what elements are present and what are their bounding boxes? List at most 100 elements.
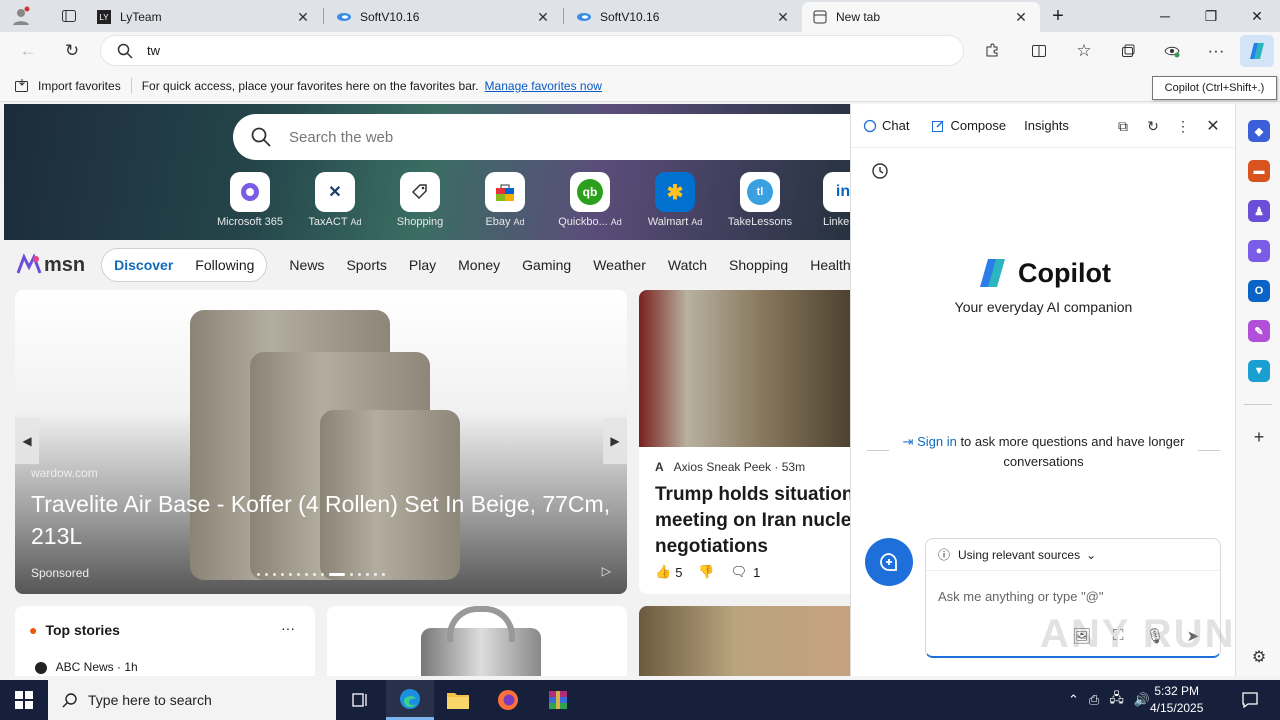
import-favorites-button[interactable]: Import favorites bbox=[14, 78, 121, 94]
back-icon[interactable]: ← bbox=[12, 36, 44, 66]
minimize-icon[interactable]: ─ bbox=[1142, 0, 1188, 32]
chat-input[interactable]: Ask me anything or type "@" bbox=[938, 589, 1104, 604]
quick-link-microsoft365[interactable]: Microsoft 365 bbox=[208, 172, 292, 228]
tray-app-icon[interactable]: ⎙ bbox=[1089, 692, 1099, 708]
sources-dropdown[interactable]: ⓘ Using relevant sources ⌄ bbox=[926, 539, 1220, 571]
close-pane-icon[interactable]: ✕ bbox=[1203, 116, 1223, 136]
refresh-icon[interactable]: ↻ bbox=[1143, 116, 1163, 136]
profile-avatar-icon[interactable] bbox=[8, 3, 34, 29]
quick-link-takelessons[interactable]: tl TakeLessons bbox=[718, 172, 802, 228]
abc-news-source[interactable]: ABC News · 1h bbox=[35, 660, 138, 674]
copilot-tab-insights[interactable]: Insights bbox=[1024, 118, 1069, 133]
shopping-tag-icon bbox=[400, 172, 440, 212]
new-tab-plus-icon[interactable]: + bbox=[1040, 0, 1076, 32]
window-close-icon[interactable]: ✕ bbox=[1234, 0, 1280, 32]
sponsored-carousel-card[interactable]: ◀ ▶ wardow.com Travelite Air Base - Koff… bbox=[15, 290, 627, 594]
network-icon[interactable]: 🖧 bbox=[1109, 689, 1124, 711]
volume-icon[interactable]: 🔊 bbox=[1134, 692, 1150, 708]
firefox-icon[interactable] bbox=[484, 680, 532, 720]
notifications-icon[interactable] bbox=[1226, 680, 1274, 720]
dislike-icon[interactable]: 👎 bbox=[698, 564, 714, 580]
new-topic-button[interactable] bbox=[865, 538, 913, 586]
microsoft365-icon[interactable]: ● bbox=[1248, 240, 1270, 262]
tab-discover[interactable]: Discover bbox=[114, 257, 173, 273]
tab-softv-1[interactable]: SoftV10.16 ✕ bbox=[326, 2, 562, 32]
add-plus-icon[interactable]: + bbox=[1248, 426, 1270, 448]
taskbar-search[interactable]: Type here to search bbox=[48, 680, 336, 720]
sign-in-link[interactable]: Sign in bbox=[917, 434, 957, 449]
browser-essentials-icon[interactable] bbox=[1156, 36, 1188, 66]
copilot-tab-chat[interactable]: Chat bbox=[863, 118, 909, 133]
games-icon[interactable]: ♟ bbox=[1248, 200, 1270, 222]
system-clock[interactable]: 5:32 PM 4/15/2025 bbox=[1150, 683, 1203, 717]
open-in-new-icon[interactable]: ⧉ bbox=[1113, 116, 1133, 136]
carousel-prev-icon[interactable]: ◀ bbox=[15, 418, 39, 464]
copilot-tab-compose[interactable]: Compose bbox=[931, 118, 1006, 133]
tab-lyteam[interactable]: LY LyTeam ✕ bbox=[86, 2, 322, 32]
more-icon[interactable]: ⋮ bbox=[1173, 116, 1193, 136]
address-bar[interactable]: tw bbox=[100, 35, 964, 66]
nav-weather[interactable]: Weather bbox=[593, 257, 646, 273]
nav-play[interactable]: Play bbox=[409, 257, 436, 273]
nav-health[interactable]: Health bbox=[810, 257, 850, 273]
edge-taskbar-icon[interactable] bbox=[386, 680, 434, 720]
tab-softv-2[interactable]: SoftV10.16 ✕ bbox=[566, 2, 802, 32]
adchoices-icon[interactable]: ▷ bbox=[602, 564, 611, 578]
collections-icon[interactable] bbox=[1112, 36, 1144, 66]
handbag-card[interactable] bbox=[327, 606, 627, 676]
quick-link-walmart[interactable]: ✱ Walmart Ad bbox=[633, 172, 717, 228]
tab-new-tab[interactable]: New tab ✕ bbox=[802, 2, 1040, 32]
windows-start-icon[interactable] bbox=[0, 680, 48, 720]
more-options-icon[interactable]: ··· bbox=[281, 620, 295, 636]
nav-shopping[interactable]: Shopping bbox=[729, 257, 788, 273]
nav-sports[interactable]: Sports bbox=[346, 257, 386, 273]
nav-money[interactable]: Money bbox=[458, 257, 500, 273]
carousel-dots[interactable] bbox=[257, 573, 385, 576]
sidebar-settings-icon[interactable]: ⚙ bbox=[1248, 646, 1270, 668]
photo-card[interactable] bbox=[639, 606, 850, 676]
web-search-box[interactable]: Search the web bbox=[233, 114, 850, 160]
extensions-icon[interactable] bbox=[976, 36, 1008, 66]
nav-news[interactable]: News bbox=[289, 257, 324, 273]
carousel-next-icon[interactable]: ▶ bbox=[603, 418, 627, 464]
outlook-icon[interactable]: O bbox=[1248, 280, 1270, 302]
quick-link-linkedin[interactable]: in Linke bbox=[803, 172, 850, 228]
msn-butterfly-icon bbox=[16, 253, 42, 274]
nav-watch[interactable]: Watch bbox=[668, 257, 707, 273]
refresh-icon[interactable]: ↻ bbox=[56, 36, 88, 66]
designer-icon[interactable]: ✎ bbox=[1248, 320, 1270, 342]
quick-link-taxact[interactable]: ✕ TaxACT Ad bbox=[293, 172, 377, 228]
close-tab-icon[interactable]: ✕ bbox=[534, 9, 552, 26]
favorites-star-icon[interactable]: ☆ bbox=[1068, 36, 1100, 66]
restore-icon[interactable]: ❐ bbox=[1188, 0, 1234, 32]
drop-icon[interactable]: ▼ bbox=[1248, 360, 1270, 382]
news-card[interactable]: A Axios Sneak Peek · 53m Trump holds sit… bbox=[639, 290, 850, 594]
article-title[interactable]: Travelite Air Base - Koffer (4 Rollen) S… bbox=[31, 488, 611, 552]
comment-icon[interactable]: 🗨 bbox=[731, 564, 748, 580]
nav-gaming[interactable]: Gaming bbox=[522, 257, 571, 273]
split-screen-icon[interactable] bbox=[1023, 36, 1055, 66]
tab-actions-icon[interactable] bbox=[56, 3, 82, 29]
tray-chevron-up-icon[interactable]: ⌃ bbox=[1068, 692, 1079, 708]
close-tab-icon[interactable]: ✕ bbox=[774, 9, 792, 26]
tag-icon[interactable]: ◆ bbox=[1248, 120, 1270, 142]
settings-more-icon[interactable]: ··· bbox=[1200, 36, 1232, 66]
winrar-icon[interactable] bbox=[534, 680, 582, 720]
msn-logo[interactable]: msn bbox=[16, 253, 85, 277]
close-tab-icon[interactable]: ✕ bbox=[1012, 9, 1030, 26]
publisher-label: Axios Sneak Peek · 53m bbox=[673, 460, 806, 474]
quick-link-quickbooks[interactable]: qb Quickbo... Ad bbox=[548, 172, 632, 228]
tab-following[interactable]: Following bbox=[195, 257, 254, 273]
toolbox-icon[interactable]: ▬ bbox=[1248, 160, 1270, 182]
history-icon[interactable] bbox=[871, 162, 889, 183]
copilot-icon[interactable] bbox=[1240, 35, 1274, 67]
close-tab-icon[interactable]: ✕ bbox=[294, 9, 312, 26]
manage-favorites-link[interactable]: Manage favorites now bbox=[485, 79, 602, 93]
like-icon[interactable]: 👍 bbox=[655, 564, 671, 580]
file-explorer-icon[interactable] bbox=[434, 680, 482, 720]
news-headline[interactable]: Trump holds situation meeting on Iran nu… bbox=[655, 482, 850, 560]
quick-link-shopping[interactable]: Shopping bbox=[378, 172, 462, 228]
task-view-icon[interactable] bbox=[336, 680, 384, 720]
top-stories-header: ● Top stories bbox=[29, 622, 120, 638]
quick-link-ebay[interactable]: Ebay Ad bbox=[463, 172, 547, 228]
